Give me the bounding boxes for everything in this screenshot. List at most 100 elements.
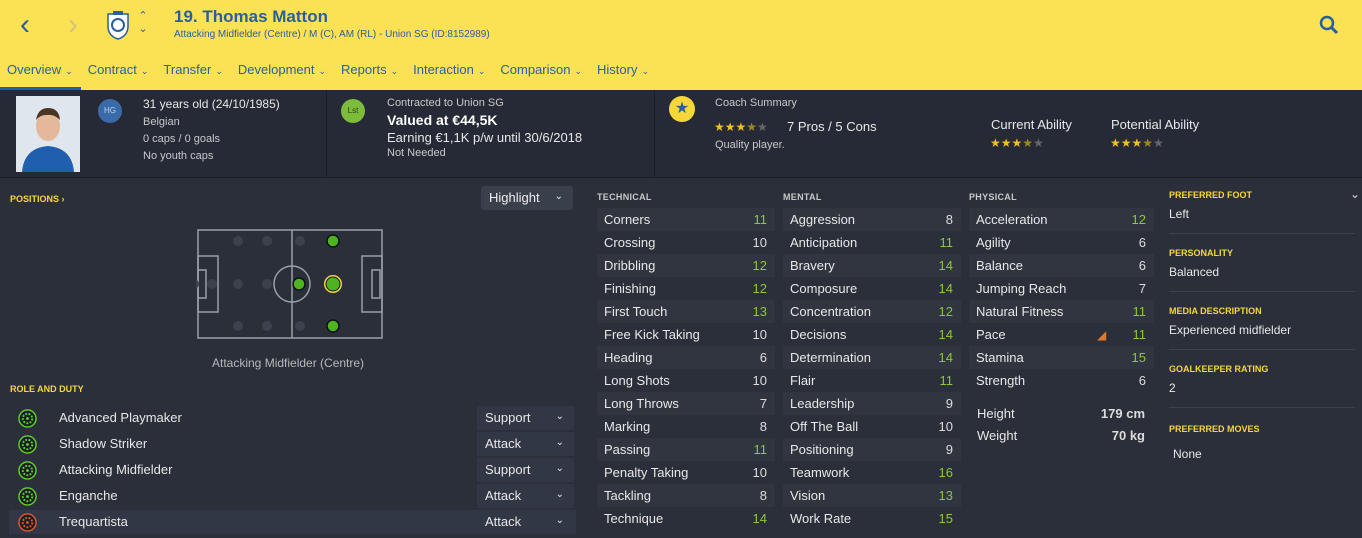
attribute-row[interactable]: Decisions 14	[783, 323, 961, 346]
tab-history[interactable]: History ⌄	[590, 56, 657, 90]
tab-bar: Overview ⌄ Contract ⌄ Transfer ⌄ Developmen…	[0, 56, 657, 90]
attribute-row[interactable]: Long Shots 10	[597, 369, 775, 392]
attribute-value: 6	[1138, 235, 1146, 250]
role-row[interactable]: Enganche Attack ⌄	[9, 484, 576, 508]
attribute-row[interactable]: Balance 6	[969, 254, 1154, 277]
attribute-row[interactable]: Stamina 15	[969, 346, 1154, 369]
attribute-row[interactable]: Aggression 8	[783, 208, 961, 231]
attribute-row[interactable]: Free Kick Taking 10	[597, 323, 775, 346]
tab-development[interactable]: Development ⌄	[231, 56, 334, 90]
attribute-row[interactable]: Positioning 9	[783, 438, 961, 461]
back-arrow-icon[interactable]: ‹	[20, 10, 30, 40]
attribute-row[interactable]: Flair 11	[783, 369, 961, 392]
attribute-name: Stamina	[976, 350, 1024, 365]
tab-interaction[interactable]: Interaction ⌄	[406, 56, 493, 90]
collapse-chevron-icon[interactable]: ⌄	[1350, 187, 1360, 201]
coach-summary-title: Coach Summary	[715, 97, 797, 109]
attribute-row[interactable]: Pace 11	[969, 323, 1154, 346]
attribute-value: 14	[938, 258, 953, 273]
attribute-row[interactable]: Marking 8	[597, 415, 775, 438]
role-row[interactable]: Attacking Midfielder Support ⌄	[9, 458, 576, 482]
attribute-row[interactable]: Penalty Taking 10	[597, 461, 775, 484]
attribute-row[interactable]: Long Throws 7	[597, 392, 775, 415]
attribute-row[interactable]: Tackling 8	[597, 484, 775, 507]
homegrown-badge[interactable]: HG	[98, 99, 122, 123]
attribute-value: 6	[1138, 373, 1146, 388]
search-icon[interactable]	[1318, 14, 1340, 36]
chevron-down-icon: ⌄	[318, 66, 327, 76]
attribute-name: Crossing	[604, 235, 656, 250]
attribute-name: Technique	[604, 511, 664, 526]
role-name: Advanced Playmaker	[59, 410, 182, 425]
duty-dropdown[interactable]: Support ⌄	[477, 406, 574, 430]
wage-line: Earning €1,1K p/w until 30/6/2018	[387, 130, 583, 145]
attribute-name: Pace	[976, 327, 1006, 342]
chevron-down-icon: ⌄	[555, 411, 564, 422]
attribute-row[interactable]: Composure 14	[783, 277, 961, 300]
value-line: Valued at €44,5K	[387, 112, 498, 128]
attribute-value: 10	[752, 373, 767, 388]
goalkeeper-rating-value: 2	[1169, 381, 1176, 395]
attribute-value: 10	[938, 419, 953, 434]
forward-arrow-icon[interactable]: ›	[68, 10, 78, 40]
attribute-row[interactable]: Finishing 12	[597, 277, 775, 300]
attribute-name: Flair	[790, 373, 816, 388]
duty-dropdown[interactable]: Attack ⌄	[477, 510, 574, 534]
attribute-name: Dribbling	[604, 258, 656, 273]
coach-star-icon[interactable]: ★	[669, 96, 695, 122]
transfer-listed-badge[interactable]: Lst	[341, 99, 365, 123]
attribute-name: Aggression	[790, 212, 856, 227]
tab-comparison[interactable]: Comparison ⌄	[493, 56, 590, 90]
attribute-row[interactable]: Agility 6	[969, 231, 1154, 254]
club-crest-icon[interactable]	[104, 10, 132, 40]
attribute-value: 9	[945, 396, 953, 411]
attribute-row[interactable]: Leadership 9	[783, 392, 961, 415]
tab-contract[interactable]: Contract ⌄	[81, 56, 157, 90]
attribute-value: 7	[1138, 281, 1146, 296]
attribute-row[interactable]: Determination 14	[783, 346, 961, 369]
caps-line: 0 caps / 0 goals	[143, 133, 221, 145]
attribute-row[interactable]: Crossing 10	[597, 231, 775, 254]
attribute-row[interactable]: Anticipation 11	[783, 231, 961, 254]
attribute-row[interactable]: Strength 6	[969, 369, 1154, 392]
attribute-row[interactable]: Concentration 12	[783, 300, 961, 323]
role-row[interactable]: Advanced Playmaker Support ⌄	[9, 406, 576, 430]
tab-reports[interactable]: Reports ⌄	[334, 56, 406, 90]
attribute-row[interactable]: Heading 6	[597, 346, 775, 369]
attribute-row[interactable]: Work Rate 15	[783, 507, 961, 530]
player-switch-icon[interactable]: ⌃ ⌄	[136, 10, 150, 38]
tab-overview[interactable]: Overview ⌄	[0, 56, 81, 90]
attribute-row[interactable]: Bravery 14	[783, 254, 961, 277]
player-photo[interactable]	[16, 96, 80, 172]
attribute-row[interactable]: Acceleration 12	[969, 208, 1154, 231]
player-subtitle[interactable]: Attacking Midfielder (Centre) / M (C), A…	[174, 29, 490, 40]
squad-status: Not Needed	[387, 147, 446, 159]
attribute-row[interactable]: Off The Ball 10	[783, 415, 961, 438]
attribute-row[interactable]: Passing 11	[597, 438, 775, 461]
attribute-row[interactable]: Teamwork 16	[783, 461, 961, 484]
highlight-dropdown[interactable]: Highlight ⌄	[481, 186, 573, 210]
attribute-row[interactable]: Vision 13	[783, 484, 961, 507]
duty-dropdown[interactable]: Attack ⌄	[477, 484, 574, 508]
preferred-foot-value: Left	[1169, 207, 1190, 221]
role-row[interactable]: Shadow Striker Attack ⌄	[9, 432, 576, 456]
attribute-value: 11	[939, 373, 954, 388]
duty-dropdown[interactable]: Attack ⌄	[477, 432, 574, 456]
attribute-row[interactable]: Natural Fitness 11	[969, 300, 1154, 323]
attribute-row[interactable]: Corners 11	[597, 208, 775, 231]
position-pitch[interactable]	[196, 228, 388, 340]
attribute-value: 12	[1131, 212, 1146, 227]
chevron-down-icon: ⌄	[65, 66, 73, 76]
role-row[interactable]: Trequartista Attack ⌄	[9, 510, 576, 534]
attribute-name: Long Shots	[604, 373, 670, 388]
attribute-row[interactable]: First Touch 13	[597, 300, 775, 323]
duty-dropdown[interactable]: Support ⌄	[477, 458, 574, 482]
positions-title[interactable]: POSITIONS ›	[10, 194, 65, 204]
preferred-moves-value: None	[1173, 447, 1202, 461]
preferred-moves-label: PREFERRED MOVES	[1169, 424, 1260, 434]
attribute-row[interactable]: Jumping Reach 7	[969, 277, 1154, 300]
attribute-row[interactable]: Dribbling 12	[597, 254, 775, 277]
tab-transfer[interactable]: Transfer ⌄	[156, 56, 230, 90]
nationality[interactable]: Belgian	[143, 116, 180, 128]
attribute-row[interactable]: Technique 14	[597, 507, 775, 530]
